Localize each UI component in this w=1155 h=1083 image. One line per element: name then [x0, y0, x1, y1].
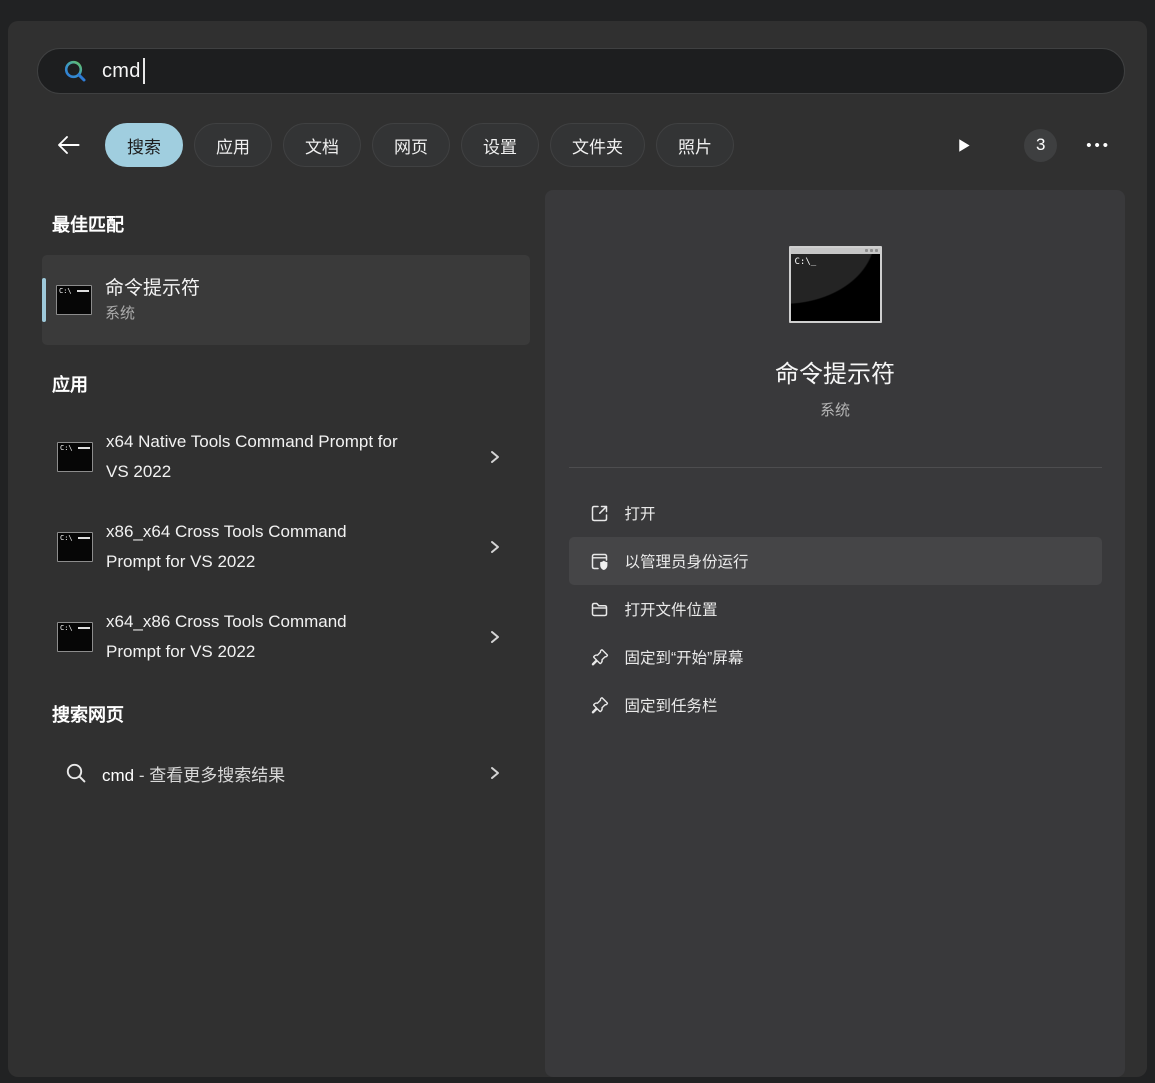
selection-accent-bar — [42, 278, 46, 322]
chevron-right-icon[interactable] — [488, 630, 502, 644]
rewards-count-badge[interactable]: 3 — [1024, 128, 1058, 162]
open-external-icon — [589, 503, 610, 524]
best-match-title: 命令提示符 — [105, 278, 201, 299]
web-query-text: cmd — [102, 765, 135, 785]
chevron-right-icon[interactable] — [488, 540, 502, 554]
folder-icon — [589, 599, 610, 620]
web-search-item[interactable]: cmd - 查看更多搜索结果 — [42, 745, 530, 801]
pin-icon — [589, 647, 610, 668]
tab-folders[interactable]: 文件夹 — [550, 123, 645, 167]
preview-title: 命令提示符 — [775, 361, 895, 388]
app-result-title: x64_x86 Cross Tools Command Prompt for V… — [106, 612, 347, 661]
context-actions: 打开 以管理员身份运行 打开文件位置 固定到“开始”屏幕 固定到任务栏 — [568, 489, 1102, 729]
app-result-item[interactable]: C:\ x64 Native Tools Command Prompt for … — [42, 412, 530, 502]
tab-apps[interactable]: 应用 — [194, 123, 272, 167]
search-input[interactable]: cmd — [102, 60, 141, 83]
app-result-item[interactable]: C:\ x86_x64 Cross Tools Command Prompt f… — [42, 502, 530, 592]
cmd-app-icon: C:\ — [56, 285, 92, 315]
filter-nav: 搜索 应用 文档 网页 设置 文件夹 照片 3 ••• — [8, 121, 1147, 169]
action-pin-to-taskbar[interactable]: 固定到任务栏 — [569, 681, 1102, 729]
search-icon — [64, 761, 88, 785]
web-search-header: 搜索网页 — [52, 705, 124, 725]
results-list: 最佳匹配 C:\ 命令提示符 系统 应用 C:\ x64 Native Tool… — [42, 190, 530, 1050]
app-result-item[interactable]: C:\ x64_x86 Cross Tools Command Prompt f… — [42, 592, 530, 682]
cmd-app-icon-large: C:\_ — [788, 246, 882, 323]
chevron-right-icon[interactable] — [488, 450, 502, 464]
tab-settings[interactable]: 设置 — [461, 123, 539, 167]
apps-header: 应用 — [52, 375, 88, 395]
nav-right-controls: 3 ••• — [948, 121, 1113, 169]
app-result-title: x86_x64 Cross Tools Command Prompt for V… — [106, 522, 347, 571]
tab-search[interactable]: 搜索 — [105, 123, 183, 167]
search-flyout-window: cmd 搜索 应用 文档 网页 设置 文件夹 照片 3 ••• 最佳匹配 C:\… — [8, 21, 1147, 1077]
play-icon[interactable] — [948, 130, 978, 160]
tab-documents[interactable]: 文档 — [283, 123, 361, 167]
search-icon — [62, 58, 88, 84]
preview-panel: C:\_ 命令提示符 系统 打开 以管理员身份运行 打开文件位置 固定到“开始”… — [545, 190, 1125, 1077]
search-bar[interactable]: cmd — [37, 48, 1125, 94]
more-options-button[interactable]: ••• — [1084, 131, 1113, 160]
back-button[interactable] — [48, 125, 88, 165]
action-run-as-admin[interactable]: 以管理员身份运行 — [568, 537, 1102, 585]
tab-web[interactable]: 网页 — [372, 123, 450, 167]
web-suffix-text: - 查看更多搜索结果 — [134, 765, 286, 785]
preview-subtitle: 系统 — [819, 402, 850, 419]
text-caret — [142, 58, 145, 84]
pin-icon — [589, 695, 610, 716]
tab-photos[interactable]: 照片 — [656, 123, 734, 167]
action-pin-to-start[interactable]: 固定到“开始”屏幕 — [569, 633, 1102, 681]
cmd-app-icon: C:\ — [57, 442, 93, 472]
chevron-right-icon[interactable] — [488, 766, 502, 780]
best-match-header: 最佳匹配 — [52, 215, 124, 235]
action-open-file-location[interactable]: 打开文件位置 — [569, 585, 1102, 633]
app-result-title: x64 Native Tools Command Prompt for VS 2… — [106, 432, 398, 481]
run-as-admin-icon — [589, 551, 610, 572]
best-match-subtitle: 系统 — [105, 305, 136, 322]
filter-tabs: 搜索 应用 文档 网页 设置 文件夹 照片 — [105, 123, 734, 167]
divider — [568, 467, 1102, 468]
cmd-app-icon: C:\ — [57, 532, 93, 562]
action-open[interactable]: 打开 — [569, 489, 1102, 537]
best-match-item[interactable]: C:\ 命令提示符 系统 — [42, 255, 530, 345]
cmd-app-icon: C:\ — [57, 622, 93, 652]
